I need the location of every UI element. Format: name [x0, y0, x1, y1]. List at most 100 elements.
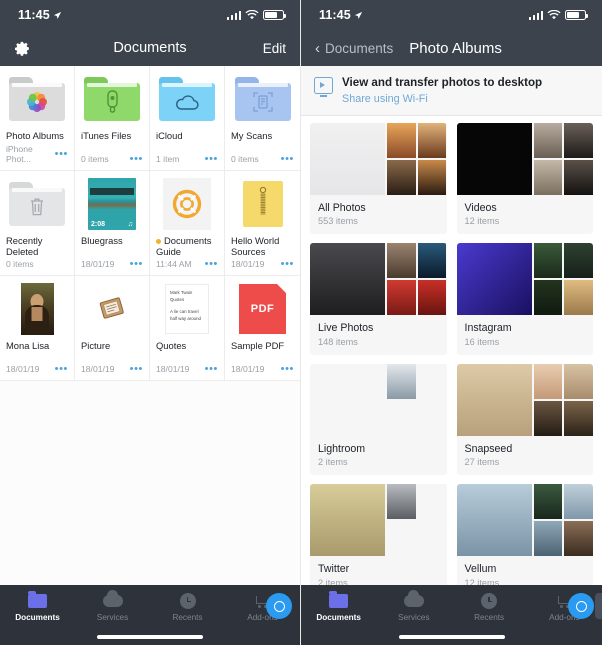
file-cell-photo-albums[interactable]: Photo Albums iPhone Phot... •••: [0, 66, 75, 171]
compass-icon[interactable]: [266, 593, 292, 619]
album-thumbnail-mosaic: [310, 243, 447, 316]
tab-services[interactable]: Services: [75, 590, 150, 622]
banner-title: View and transfer photos to desktop: [342, 76, 543, 89]
album-card-all-photos[interactable]: All Photos 553 items: [310, 122, 447, 235]
file-name: Documents Guide: [156, 235, 212, 258]
compass-icon[interactable]: [568, 593, 594, 619]
trash-folder-icon: [6, 178, 68, 230]
home-indicator: [398, 635, 505, 639]
file-meta: 18/01/19: [6, 364, 40, 374]
tab-label: Services: [398, 613, 430, 622]
folder-icon: [28, 591, 47, 610]
file-name: My Scans: [231, 130, 273, 141]
album-name: Instagram: [464, 322, 512, 335]
album-row: Lightroom 2 items Snapseed 27 items: [310, 363, 593, 476]
file-meta: 18/01/19: [81, 259, 115, 269]
file-overflow-button[interactable]: •••: [205, 364, 218, 375]
file-cell-my-scans[interactable]: My Scans 0 items •••: [225, 66, 300, 171]
banner-subtitle[interactable]: Share using Wi-Fi: [342, 93, 542, 105]
file-cell-quotes[interactable]: Mark Twain Quotes A lie can travel half …: [150, 276, 225, 381]
file-cell-documents-guide[interactable]: Documents Guide 11:44 AM •••: [150, 171, 225, 276]
quote-preview-line: half way around: [170, 315, 201, 321]
left-nav-bar: Documents Edit: [0, 30, 300, 66]
album-name: Lightroom: [318, 442, 366, 455]
tab-services[interactable]: Services: [376, 590, 451, 622]
file-meta: 0 items: [6, 259, 34, 269]
album-card-snapseed[interactable]: Snapseed 27 items: [456, 363, 593, 476]
quote-preview-line: A lie can travel: [170, 309, 199, 315]
tab-label: Services: [96, 613, 129, 622]
location-arrow-icon: [354, 11, 362, 19]
gear-icon[interactable]: [14, 40, 31, 57]
file-overflow-button[interactable]: •••: [205, 154, 218, 165]
file-cell-sample-pdf[interactable]: PDF Sample PDF 18/01/19 •••: [225, 276, 300, 381]
album-count: 2 items: [318, 457, 348, 468]
file-row: Photo Albums iPhone Phot... ••• iTunes F…: [0, 66, 300, 171]
file-overflow-button[interactable]: •••: [281, 259, 294, 270]
pdf-label: PDF: [250, 303, 275, 315]
file-grid: Photo Albums iPhone Phot... ••• iTunes F…: [0, 66, 300, 585]
file-overflow-button[interactable]: •••: [55, 364, 68, 375]
desktop-transfer-icon: [314, 77, 333, 97]
status-time: 11:45: [319, 8, 351, 22]
file-overflow-button[interactable]: •••: [130, 364, 143, 375]
battery-icon: [263, 10, 287, 20]
transfer-banner[interactable]: View and transfer photos to desktop Shar…: [301, 66, 602, 116]
file-cell-icloud[interactable]: iCloud 1 item •••: [150, 66, 225, 171]
tab-documents[interactable]: Documents: [301, 591, 376, 622]
album-name: Snapseed: [464, 442, 513, 455]
tab-recents[interactable]: Recents: [150, 592, 225, 622]
back-button[interactable]: ‹ Documents: [315, 41, 393, 56]
clock-icon: [481, 592, 498, 610]
file-overflow-button[interactable]: •••: [205, 259, 218, 270]
tab-label: Documents: [316, 613, 361, 622]
file-cell-hello-world-sources[interactable]: Hello World Sources 18/01/19 •••: [225, 171, 300, 276]
file-overflow-button[interactable]: •••: [130, 259, 143, 270]
album-row: Twitter 2 items Vellum 12 items: [310, 484, 593, 585]
right-tab-bar: Documents Services Recents Add-ons: [301, 585, 602, 645]
album-thumbnail-mosaic: [310, 484, 447, 557]
file-overflow-button[interactable]: •••: [281, 364, 294, 375]
tab-recents[interactable]: Recents: [452, 592, 527, 622]
file-cell-recently-deleted[interactable]: Recently Deleted 0 items: [0, 171, 75, 276]
album-row: Live Photos 148 items Instagram 16 items: [310, 243, 593, 355]
file-cell-itunes-files[interactable]: iTunes Files 0 items •••: [75, 66, 150, 171]
album-card-live-photos[interactable]: Live Photos 148 items: [310, 243, 447, 355]
file-cell-picture[interactable]: Picture 18/01/19 •••: [75, 276, 150, 381]
music-file-icon: 2:08 ♫: [81, 178, 143, 230]
album-thumbnail-mosaic: [310, 122, 447, 195]
status-time: 11:45: [18, 8, 50, 22]
file-meta: 0 items: [81, 154, 109, 164]
album-name: Live Photos: [318, 322, 374, 335]
chevron-left-icon: ‹: [315, 39, 320, 57]
file-meta: 1 item: [156, 154, 180, 164]
cellular-bars-icon: [226, 10, 241, 20]
cloud-icon: [403, 590, 424, 610]
tab-label: Recents: [474, 613, 505, 622]
album-card-instagram[interactable]: Instagram 16 items: [456, 243, 593, 355]
file-name: Quotes: [156, 340, 187, 351]
file-meta: 0 items: [231, 154, 259, 164]
album-card-lightroom[interactable]: Lightroom 2 items: [310, 363, 447, 476]
tab-label: Recents: [172, 613, 203, 622]
file-meta: 18/01/19: [231, 364, 265, 374]
album-card-videos[interactable]: Videos 12 items: [456, 122, 593, 235]
album-count: 2 items: [318, 577, 348, 585]
edit-button[interactable]: Edit: [263, 41, 286, 56]
file-overflow-button[interactable]: •••: [281, 154, 294, 165]
album-count: 148 items: [318, 336, 358, 347]
music-duration: 2:08: [91, 221, 106, 228]
album-list: All Photos 553 items Videos 12 items Liv…: [301, 115, 602, 585]
tab-documents[interactable]: Documents: [0, 591, 75, 622]
album-thumbnail-mosaic: [456, 363, 593, 436]
cloud-icon: [102, 590, 123, 610]
file-cell-bluegrass[interactable]: 2:08 ♫ Bluegrass 18/01/19 •••: [75, 171, 150, 276]
album-name: Twitter: [318, 563, 350, 576]
file-meta: iPhone Phot...: [6, 144, 33, 164]
file-overflow-button[interactable]: •••: [55, 149, 68, 160]
wifi-icon: [245, 10, 259, 20]
file-cell-mona-lisa[interactable]: Mona Lisa 18/01/19 •••: [0, 276, 75, 381]
album-card-vellum[interactable]: Vellum 12 items: [456, 484, 593, 585]
album-card-twitter[interactable]: Twitter 2 items: [310, 484, 447, 585]
file-overflow-button[interactable]: •••: [130, 154, 143, 165]
